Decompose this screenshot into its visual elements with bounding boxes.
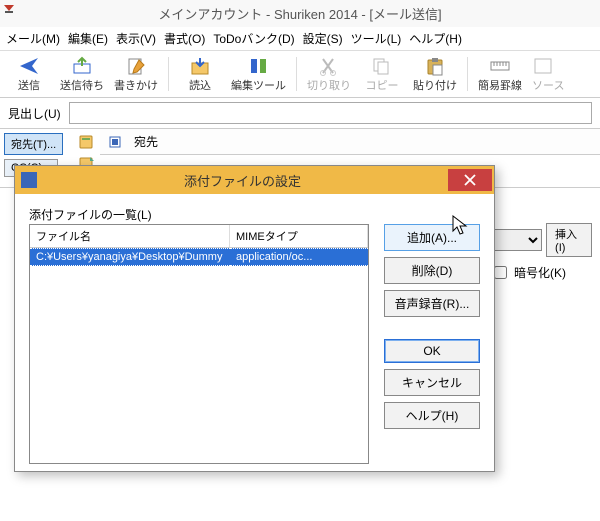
toolbar-copy-button: コピー xyxy=(357,53,407,95)
toolbar-button-label: 簡易罫線 xyxy=(478,77,522,93)
paste-icon xyxy=(424,55,446,77)
outbox-icon xyxy=(71,55,93,77)
column-header-filename[interactable]: ファイル名 xyxy=(30,225,230,247)
subject-label: 見出し(U) xyxy=(8,105,61,122)
toolbar: 送信 送信待ち書きかけ 読込 編集ツール 切り取りコピー貼り付け 簡易罫線ソース xyxy=(0,51,600,98)
attachment-row-mime: application/oc... xyxy=(230,248,368,266)
toolbar-button-label: ソース xyxy=(532,77,564,93)
dialog-title: 添付ファイルの設定 xyxy=(37,171,448,190)
insert-select[interactable] xyxy=(490,229,542,251)
toolbar-cut-button: 切り取り xyxy=(303,53,355,95)
draft-icon xyxy=(125,55,147,77)
attachment-settings-dialog: 添付ファイルの設定 添付ファイルの一覧(L) ファイル名 MIMEタイプ C:¥… xyxy=(14,165,495,472)
toolbar-button-label: 編集ツール xyxy=(231,77,286,93)
cut-icon xyxy=(318,55,340,77)
toolbar-separator xyxy=(296,57,297,91)
toolbar-button-label: コピー xyxy=(366,77,399,93)
encrypt-checkbox-row[interactable]: 暗号化(K) xyxy=(490,263,592,282)
attachment-listview[interactable]: ファイル名 MIMEタイプ C:¥Users¥yanagiya¥Desktop¥… xyxy=(29,224,369,464)
load-icon xyxy=(189,55,211,77)
menu-item[interactable]: 書式(O) xyxy=(164,32,205,46)
toolbar-send-button[interactable]: 送信 xyxy=(4,53,54,95)
add-button[interactable]: 追加(A)... xyxy=(384,224,480,251)
cancel-button[interactable]: キャンセル xyxy=(384,369,480,396)
app-icon xyxy=(2,2,16,16)
attachment-row-file: C:¥Users¥yanagiya¥Desktop¥Dummy xyxy=(30,248,230,266)
ruler-icon xyxy=(489,55,511,77)
to-button[interactable]: 宛先(T)... xyxy=(4,133,63,155)
send-icon xyxy=(18,55,40,77)
recipient-icon xyxy=(108,135,122,149)
toolbar-button-label: 読込 xyxy=(189,77,211,93)
attachment-list-label: 添付ファイルの一覧(L) xyxy=(29,206,480,223)
window-title: メインアカウント - Shuriken 2014 - [メール送信] xyxy=(0,0,600,27)
column-header-mimetype[interactable]: MIMEタイプ xyxy=(230,225,368,247)
toolbar-separator xyxy=(467,57,468,91)
insert-button[interactable]: 挿入(I) xyxy=(546,223,592,257)
menu-item[interactable]: メール(M) xyxy=(6,32,60,46)
toolbar-button-label: 切り取り xyxy=(307,77,351,93)
menu-item[interactable]: 編集(E) xyxy=(68,32,108,46)
toolbar-ruler-button[interactable]: 簡易罫線 xyxy=(474,53,526,95)
toolbar-draft-button[interactable]: 書きかけ xyxy=(110,53,162,95)
help-button[interactable]: ヘルプ(H) xyxy=(384,402,480,429)
menu-item[interactable]: 設定(S) xyxy=(303,32,343,46)
toolbar-button-label: 貼り付け xyxy=(413,77,457,93)
toolbar-button-label: 送信待ち xyxy=(60,77,104,93)
recipient-header-label: 宛先 xyxy=(134,133,158,150)
copy-icon xyxy=(371,55,393,77)
toolbar-load-button[interactable]: 読込 xyxy=(175,53,225,95)
dialog-system-icon xyxy=(21,172,37,188)
addressbook-icon[interactable] xyxy=(78,133,96,151)
toolbar-button-label: 送信 xyxy=(18,77,40,93)
menu-item[interactable]: 表示(V) xyxy=(116,32,156,46)
toolbar-button-label: 書きかけ xyxy=(114,77,158,93)
encrypt-checkbox[interactable] xyxy=(494,266,507,279)
toolbar-outbox-button[interactable]: 送信待ち xyxy=(56,53,108,95)
ok-button[interactable]: OK xyxy=(384,339,480,363)
menu-item[interactable]: ヘルプ(H) xyxy=(409,32,462,46)
toolbar-source-button: ソース xyxy=(528,53,578,95)
source-icon xyxy=(532,55,554,77)
edittools-icon xyxy=(248,55,270,77)
subject-input[interactable] xyxy=(69,102,592,124)
toolbar-edittools-button[interactable]: 編集ツール xyxy=(227,53,290,95)
dialog-close-button[interactable] xyxy=(448,169,492,191)
menu-item[interactable]: ツール(L) xyxy=(351,32,402,46)
delete-button[interactable]: 削除(D) xyxy=(384,257,480,284)
toolbar-paste-button[interactable]: 貼り付け xyxy=(409,53,461,95)
attachment-row[interactable]: C:¥Users¥yanagiya¥Desktop¥Dummy applicat… xyxy=(30,248,368,266)
encrypt-label: 暗号化(K) xyxy=(514,264,566,281)
toolbar-separator xyxy=(168,57,169,91)
menu-bar: メール(M) 編集(E) 表示(V) 書式(O) ToDoバンク(D) 設定(S) ツール(… xyxy=(0,27,600,51)
menu-item[interactable]: ToDoバンク(D) xyxy=(213,32,294,46)
voice-record-button[interactable]: 音声録音(R)... xyxy=(384,290,480,317)
attachment-list-header[interactable]: ファイル名 MIMEタイプ xyxy=(30,225,368,248)
